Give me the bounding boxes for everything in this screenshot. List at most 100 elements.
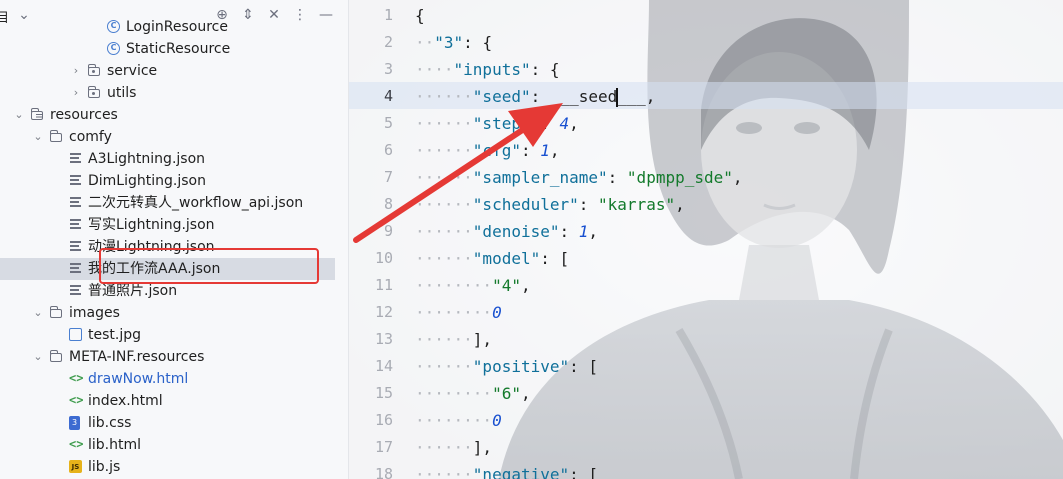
code-token: ], — [472, 438, 493, 457]
code-line[interactable]: ········"6", — [415, 380, 531, 407]
project-tool-window: 目 ⌄ ⊕ ⇕ ✕ ⋮ — CLoginResourceCStaticResou… — [0, 0, 349, 479]
tree-item[interactable]: C StaticResource — [0, 38, 348, 60]
code-token: "cfg" — [472, 141, 521, 160]
tree-item[interactable]: 3 lib.css — [0, 412, 348, 434]
code-token: ·· — [415, 33, 435, 52]
json-file-icon — [69, 175, 83, 187]
code-token: : { — [463, 33, 493, 52]
line-number: 4 — [383, 87, 393, 105]
tree-item[interactable]: 二次元转真人_workflow_api.json — [0, 192, 348, 214]
annotation-highlight-box — [99, 248, 319, 284]
code-token: "6" — [492, 384, 521, 403]
tree-item[interactable]: › utils — [0, 82, 348, 104]
code-token: , — [569, 114, 579, 133]
tree-item-label: lib.css — [88, 415, 132, 431]
code-token: "scheduler" — [472, 195, 579, 214]
code-token: ······ — [415, 465, 473, 479]
code-line[interactable]: ······"denoise": 1, — [415, 218, 598, 245]
code-token: : — [559, 222, 579, 241]
tree-item-label: images — [69, 305, 120, 321]
code-editor[interactable]: 1{2 ··"3": {3 ····"inputs": {4 ······"seed"… — [349, 0, 1063, 479]
code-line[interactable]: ······], — [415, 434, 492, 461]
tree-item-label: service — [107, 63, 158, 79]
tree-item[interactable]: <> index.html — [0, 390, 348, 412]
code-line[interactable]: ··"3": { — [415, 29, 492, 56]
code-line[interactable]: ······"sampler_name": "dpmpp_sde", — [415, 164, 743, 191]
code-token: "karras" — [598, 195, 676, 214]
class-icon: C — [107, 20, 120, 33]
code-token: ········ — [415, 411, 493, 430]
code-line[interactable]: ······"negative": [ — [415, 461, 598, 479]
code-line[interactable]: ······"cfg": 1, — [415, 137, 560, 164]
tree-item[interactable]: ⌄ resources — [0, 104, 348, 126]
tree-item-label: drawNow.html — [88, 371, 189, 387]
code-token: , — [675, 195, 685, 214]
chevron-down-icon[interactable]: ⌄ — [32, 126, 44, 148]
tree-item[interactable]: ⌄ images — [0, 302, 348, 324]
code-token: "model" — [472, 249, 541, 268]
line-number: 7 — [383, 168, 393, 186]
tree-item[interactable]: JS lib.js — [0, 456, 348, 478]
tree-item[interactable]: ⌄ META-INF.resources — [0, 346, 348, 368]
tree-item[interactable]: DimLighting.json — [0, 170, 348, 192]
tree-item[interactable]: 写实Lightning.json — [0, 214, 348, 236]
code-token: : — [540, 114, 560, 133]
tree-item[interactable]: ⌄ comfy — [0, 126, 348, 148]
code-line[interactable]: ····"inputs": { — [415, 56, 560, 83]
code-token: ········ — [415, 276, 493, 295]
chevron-right-icon[interactable]: › — [70, 82, 82, 104]
html-file-icon: <> — [69, 371, 84, 385]
chevron-down-icon[interactable]: ⌄ — [32, 302, 44, 324]
code-token: ······ — [415, 357, 473, 376]
code-token: : ___seed___, — [530, 87, 656, 107]
tree-item[interactable]: › service — [0, 60, 348, 82]
code-token: ······ — [415, 222, 473, 241]
code-line[interactable]: ······"scheduler": "karras", — [415, 191, 685, 218]
line-number: 6 — [383, 141, 393, 159]
code-token: "inputs" — [453, 60, 531, 79]
code-line[interactable]: ········0 — [415, 299, 502, 326]
chevron-down-icon[interactable]: ⌄ — [13, 104, 25, 126]
tree-item[interactable]: <> drawNow.html — [0, 368, 348, 390]
code-token: , — [520, 384, 531, 403]
folder-icon — [49, 130, 62, 142]
line-number: 3 — [383, 60, 393, 78]
line-number: 18 — [374, 465, 393, 479]
js-file-icon: JS — [69, 460, 82, 473]
code-token: 0 — [492, 411, 502, 430]
tree-item-label: A3Lightning.json — [88, 151, 206, 167]
code-line[interactable]: ········0 — [415, 407, 502, 434]
line-number: 1 — [383, 6, 393, 24]
code-line[interactable]: ······"steps": 4, — [415, 110, 579, 137]
folder-icon — [49, 350, 62, 362]
tree-item[interactable]: test.jpg — [0, 324, 348, 346]
code-line[interactable]: ······"model": [ — [415, 245, 569, 272]
line-number: 8 — [383, 195, 393, 213]
code-token: { — [415, 6, 425, 25]
tree-item-label: test.jpg — [88, 327, 141, 343]
chevron-down-icon[interactable]: ⌄ — [32, 346, 44, 368]
code-token: "steps" — [472, 114, 541, 133]
code-line[interactable]: ······], — [415, 326, 492, 353]
tree-item[interactable]: C LoginResource — [0, 16, 348, 38]
code-line[interactable]: ······"positive": [ — [415, 353, 598, 380]
tree-item-label: 写实Lightning.json — [88, 217, 215, 233]
code-line[interactable]: { — [415, 2, 425, 29]
code-token: "positive" — [472, 357, 570, 376]
code-token: "negative" — [472, 465, 570, 479]
code-token: ······ — [415, 249, 473, 268]
code-line[interactable]: ······"seed": ___seed___, — [415, 83, 655, 110]
code-line[interactable]: ········"4", — [415, 272, 531, 299]
tree-item-label: DimLighting.json — [88, 173, 206, 189]
tree-item-label: LoginResource — [126, 19, 228, 35]
code-token: ······ — [415, 195, 473, 214]
tree-item[interactable]: A3Lightning.json — [0, 148, 348, 170]
tree-item-label: StaticResource — [126, 41, 231, 57]
code-token: ······ — [415, 87, 473, 106]
tree-item[interactable]: <> lib.html — [0, 434, 348, 456]
chevron-right-icon[interactable]: › — [70, 60, 82, 82]
line-number: 15 — [374, 384, 393, 402]
code-token: ······ — [415, 330, 473, 349]
tree-item-label: comfy — [69, 129, 112, 145]
code-token: ········ — [415, 384, 493, 403]
